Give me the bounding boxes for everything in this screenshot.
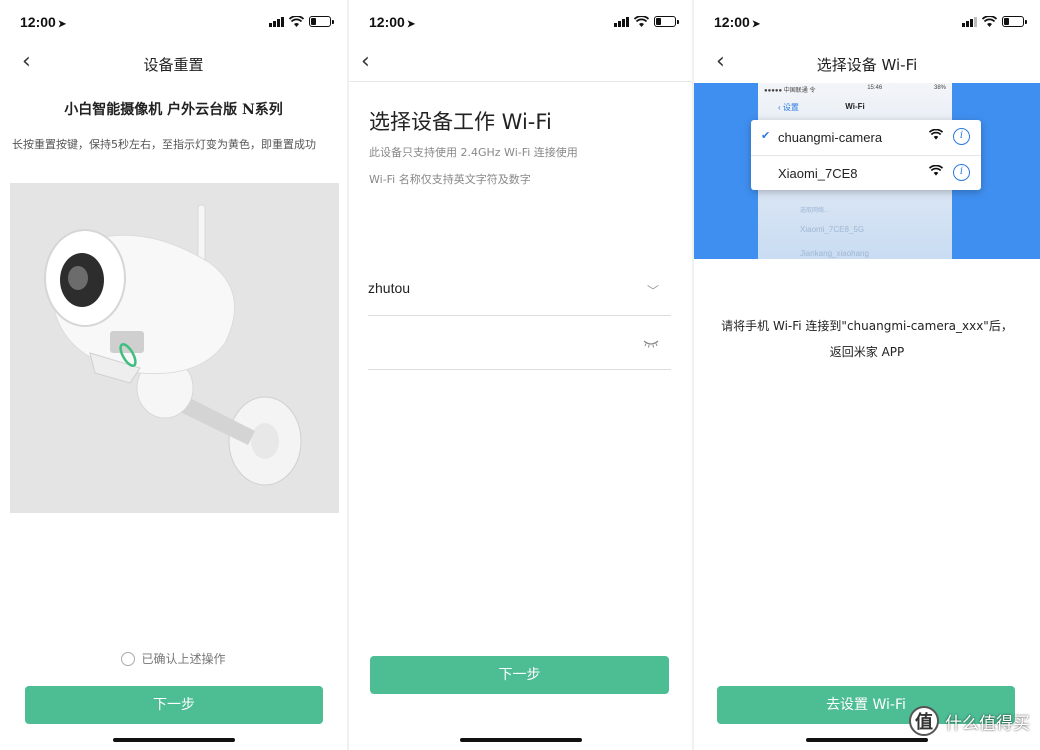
nav-bar: ‹ 设备重置 — [0, 44, 347, 82]
network-row[interactable]: Xiaomi_7CE8 i — [751, 155, 981, 190]
location-arrow-icon: ➤ — [57, 19, 67, 30]
status-time: 12:00 ➤ — [369, 14, 416, 30]
ios-network-faint-1: Xiaomi_7CE8_5G — [800, 225, 865, 234]
status-icons — [962, 16, 1027, 27]
status-time: 12:00 ➤ — [20, 14, 67, 30]
battery-icon — [309, 16, 334, 27]
signal-icon — [269, 16, 284, 27]
watermark: 值 什么值得买 — [909, 706, 1030, 736]
network-list-card: ✔ chuangmi-camera i Xiaomi_7CE8 i — [751, 120, 981, 190]
next-button[interactable]: 下一步 — [25, 686, 323, 724]
chevron-down-icon[interactable]: ﹀ — [647, 282, 659, 299]
page-heading: 选择设备工作 Wi-Fi — [369, 110, 552, 134]
wifi-icon — [634, 16, 649, 27]
home-indicator — [112, 738, 235, 742]
status-bar: 12:00 ➤ — [694, 0, 1040, 44]
status-time: 12:00 ➤ — [714, 14, 761, 30]
confirm-label: 已确认上述操作 — [141, 652, 226, 666]
status-icons — [614, 16, 679, 27]
watermark-text: 什么值得买 — [945, 713, 1030, 734]
wifi-name-field[interactable]: zhutou ﹀ — [368, 264, 671, 316]
next-button[interactable]: 下一步 — [370, 656, 669, 694]
status-bar: 12:00 ➤ — [0, 0, 347, 44]
name-note: Wi-Fi 名称仅支持英文字符及数字 — [369, 173, 531, 186]
check-icon: ✔ — [761, 130, 771, 142]
reset-instructions: 长按重置按键，保持5秒左右，至指示灯变为黄色，即重置成功 — [12, 138, 316, 151]
wifi-icon — [982, 16, 997, 27]
watermark-logo-icon: 值 — [909, 706, 939, 736]
network-name: chuangmi-camera — [778, 130, 883, 145]
status-bar: 12:00 ➤ — [349, 0, 692, 44]
page-title: 选择设备 Wi-Fi — [816, 56, 918, 74]
ios-network-faint-2: Jiankang_xiaohang — [800, 249, 869, 258]
battery-icon — [1002, 16, 1027, 27]
instruction-line-2: 返回米家 APP — [829, 345, 905, 359]
instruction-line-1: 请将手机 Wi-Fi 连接到"chuangmi-camera_xxx"后， — [721, 319, 1013, 333]
ios-carrier: ●●●●● 中国联通 令 — [764, 88, 816, 94]
battery-icon — [654, 16, 679, 27]
ios-nav: ‹ 设置 Wi-Fi — [758, 95, 952, 117]
panel-device-reset: 12:00 ➤ ‹ 设备重置 小白智能摄像机 户外云台版 N系列 长按重置按键，保… — [0, 0, 347, 750]
page-title: 设备重置 — [143, 56, 204, 74]
status-icons — [269, 16, 334, 27]
wifi-password-field[interactable] — [368, 318, 671, 370]
confirm-radio[interactable] — [121, 651, 136, 666]
wifi-settings-illustration: ●●●●● 中国联通 令 15:46 38% ‹ 设置 Wi-Fi 选取网络..… — [694, 83, 1040, 259]
camera-reset-illustration — [10, 183, 339, 513]
signal-icon — [962, 16, 977, 27]
confirm-row[interactable]: 已确认上述操作 — [0, 650, 347, 667]
wifi-name-value: zhutou — [368, 280, 411, 296]
wifi-icon — [929, 165, 943, 176]
frequency-note: 此设备只支持使用 2.4GHz Wi-Fi 连接使用 — [369, 146, 578, 159]
info-icon[interactable]: i — [953, 128, 970, 145]
ios-section-label: 选取网络... — [800, 208, 830, 214]
nav-bar: ‹ 选择设备 Wi-Fi — [694, 44, 1040, 82]
nav-bar: ‹ — [349, 44, 692, 82]
location-arrow-icon: ➤ — [751, 19, 761, 30]
ios-title: Wi-Fi — [845, 102, 865, 111]
wifi-icon — [929, 129, 943, 140]
network-name: Xiaomi_7CE8 — [778, 166, 858, 181]
ios-status-bar: ●●●●● 中国联通 令 15:46 38% — [758, 83, 952, 95]
ios-time: 15:46 — [867, 85, 883, 91]
product-name: 小白智能摄像机 户外云台版 N系列 — [64, 102, 283, 118]
panel-select-wifi: 12:00 ➤ ‹ 选择设备工作 Wi-Fi 此设备只支持使用 2.4GHz Wi… — [349, 0, 692, 750]
info-icon[interactable]: i — [953, 164, 970, 181]
location-arrow-icon: ➤ — [406, 19, 416, 30]
eye-closed-icon[interactable] — [643, 340, 659, 348]
network-row[interactable]: ✔ chuangmi-camera i — [751, 120, 981, 155]
home-indicator — [806, 738, 928, 742]
back-chevron-icon[interactable]: ‹ — [361, 51, 370, 73]
signal-icon — [614, 16, 629, 27]
ios-battery: 38% — [933, 85, 946, 91]
home-indicator — [459, 738, 582, 742]
panel-device-wifi: 12:00 ➤ ‹ 选择设备 Wi-Fi ●●●●● 中国联通 令 15:46 3… — [694, 0, 1040, 750]
wifi-icon — [289, 16, 304, 27]
connect-instructions: 请将手机 Wi-Fi 连接到"chuangmi-camera_xxx"后， 返回… — [694, 313, 1040, 365]
camera-illustration — [44, 204, 302, 486]
